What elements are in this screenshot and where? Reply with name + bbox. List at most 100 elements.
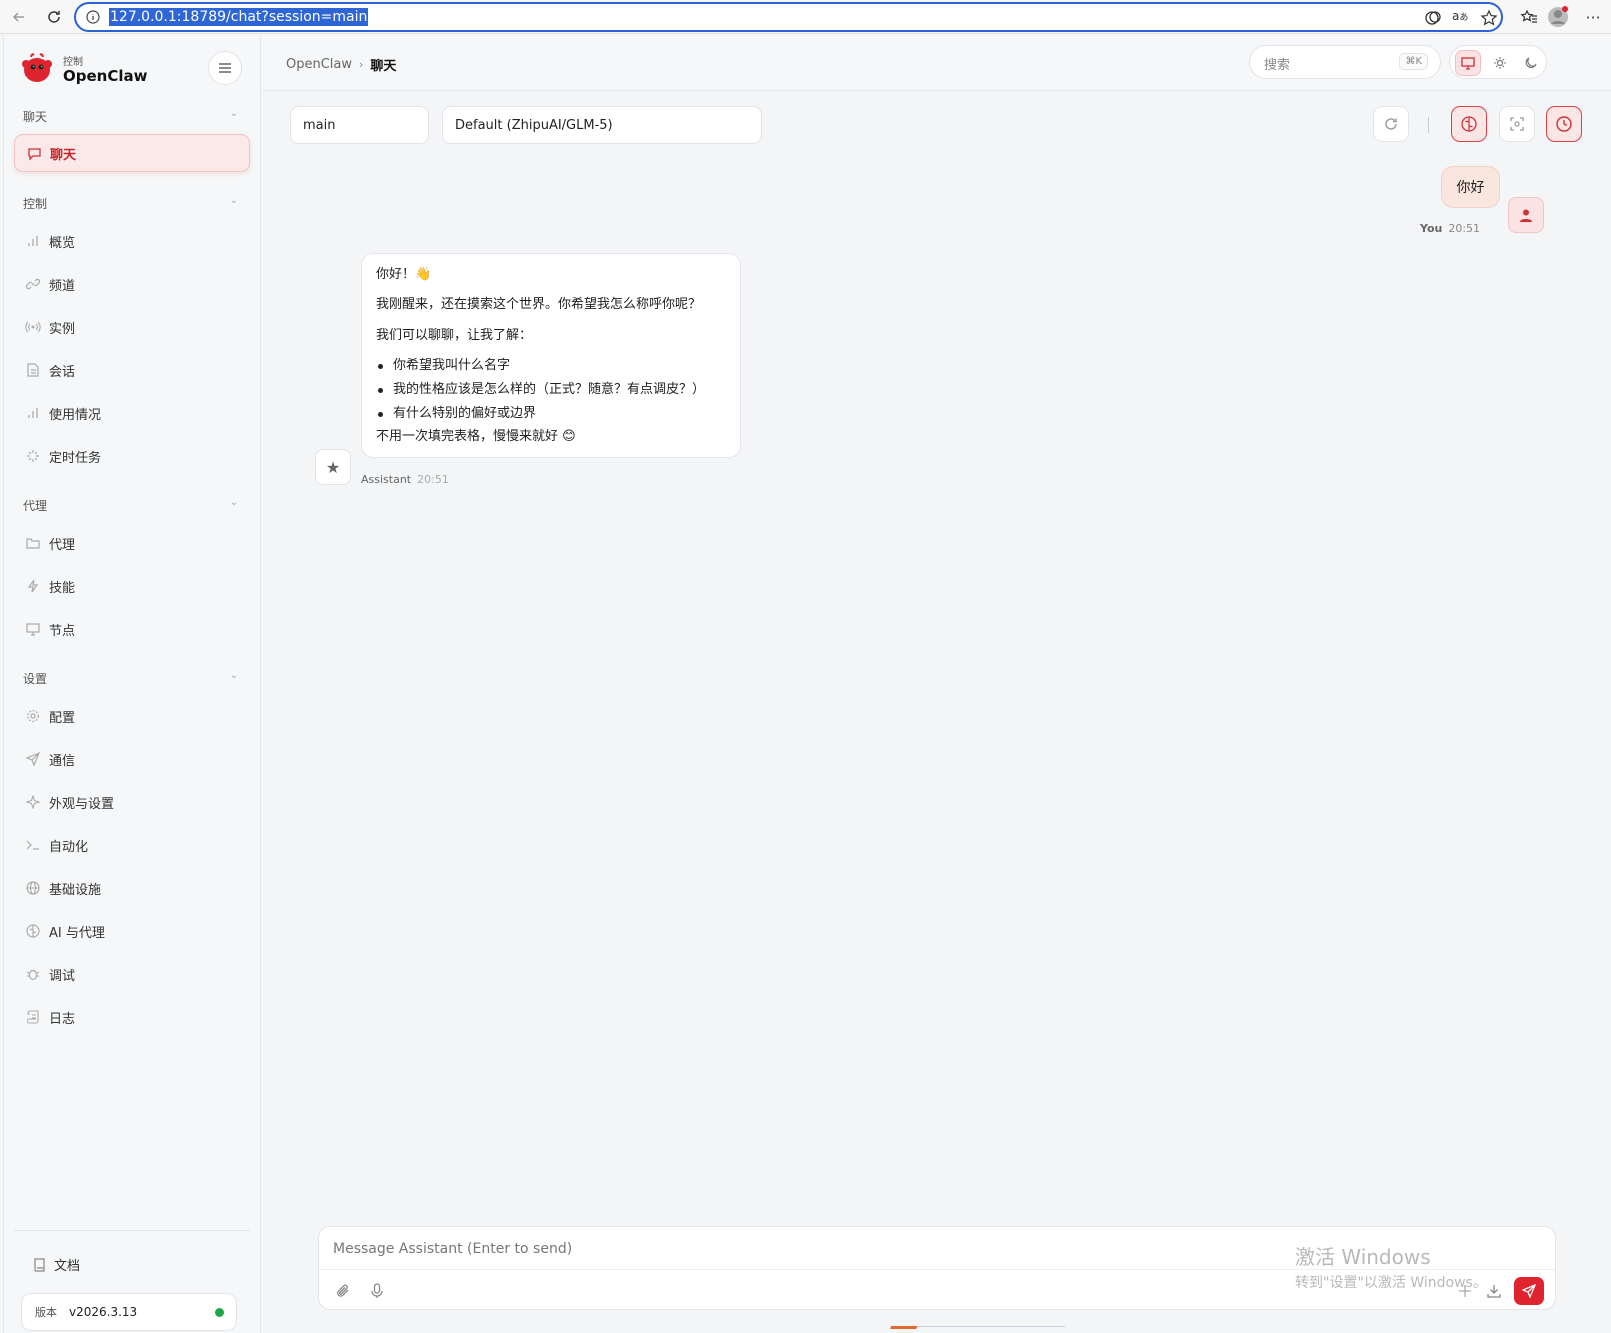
theme-system-button[interactable] xyxy=(1455,50,1481,76)
folder-icon xyxy=(25,535,41,551)
chevron-right-icon: › xyxy=(359,58,364,71)
bar-chart-icon xyxy=(25,405,41,421)
sidebar-divider xyxy=(14,1230,250,1231)
download-icon xyxy=(1487,1285,1501,1298)
sidebar-item-sessions[interactable]: 会话 xyxy=(14,351,250,389)
sidebar-item-cron[interactable]: 定时任务 xyxy=(14,437,250,475)
taskbar-fragment-accent xyxy=(888,1326,918,1333)
sidebar-item-nodes[interactable]: 节点 xyxy=(14,610,250,648)
read-aloud-icon[interactable]: aあ xyxy=(1452,9,1468,23)
sidebar-item-agents[interactable]: 代理 xyxy=(14,524,250,562)
sidebar-item-communication[interactable]: 通信 xyxy=(14,740,250,778)
sun-icon xyxy=(1494,57,1506,69)
terminal-icon xyxy=(25,837,41,853)
theme-light-button[interactable] xyxy=(1487,50,1513,76)
openclaw-logo-icon xyxy=(22,53,52,82)
export-button[interactable] xyxy=(1484,1281,1504,1301)
address-bar[interactable]: 127.0.0.1:18789/chat?session=main aあ xyxy=(74,2,1503,32)
list-item: 你希望我叫什么名字 xyxy=(376,357,705,375)
more-options-icon[interactable]: ··· xyxy=(1581,5,1605,29)
user-message-bubble: 你好 xyxy=(1441,166,1500,208)
send-icon xyxy=(1522,1284,1536,1298)
gear-icon xyxy=(25,708,41,724)
clock-icon xyxy=(1556,116,1572,132)
voice-button[interactable] xyxy=(367,1281,387,1301)
breadcrumb: OpenClaw › 聊天 xyxy=(286,55,396,74)
sidebar-item-instances[interactable]: 实例 xyxy=(14,308,250,346)
history-button[interactable] xyxy=(1546,106,1582,142)
menu-icon xyxy=(219,63,231,73)
section-settings-header[interactable]: 设置 ⌄ xyxy=(23,670,238,687)
assistant-message-meta: Assistant 20:51 xyxy=(361,473,449,486)
attach-button[interactable] xyxy=(333,1281,353,1301)
paperclip-icon xyxy=(337,1284,349,1297)
profile-avatar[interactable] xyxy=(1546,5,1570,29)
sidebar-item-chat[interactable]: 聊天 xyxy=(14,134,250,172)
document-icon xyxy=(25,362,41,378)
focus-mode-button[interactable] xyxy=(1499,106,1535,142)
user-icon xyxy=(1520,209,1532,222)
docs-link[interactable]: 文档 xyxy=(34,1255,80,1274)
theme-switcher xyxy=(1449,45,1547,79)
sidebar-menu-button[interactable] xyxy=(208,51,242,85)
monitor-icon xyxy=(1461,56,1475,70)
sidebar-item-skills[interactable]: 技能 xyxy=(14,567,250,605)
section-chat-header[interactable]: 聊天 ⌄ xyxy=(23,108,238,125)
back-button[interactable] xyxy=(7,5,31,29)
section-agents-header[interactable]: 代理 ⌄ xyxy=(23,497,238,514)
link-icon xyxy=(25,276,41,292)
version-value: v2026.3.13 xyxy=(69,1305,138,1319)
brand-subtitle: 控制 xyxy=(63,57,83,68)
url-text[interactable]: 127.0.0.1:18789/chat?session=main xyxy=(109,8,369,26)
sidebar-item-usage[interactable]: 使用情况 xyxy=(14,394,250,432)
refresh-icon xyxy=(1385,118,1397,130)
bar-chart-icon xyxy=(25,233,41,249)
refresh-button[interactable] xyxy=(1373,106,1409,142)
message-input[interactable]: Message Assistant (Enter to send) xyxy=(333,1241,572,1257)
favorites-icon[interactable] xyxy=(1517,5,1541,29)
brain-icon xyxy=(1461,116,1477,132)
model-select[interactable]: Default (ZhipuAI/GLM-5) xyxy=(442,106,762,144)
assistant-closing: 不用一次填完表格，慢慢来就好 😊 xyxy=(376,429,576,444)
list-item: 有什么特别的偏好或边界 xyxy=(376,405,705,423)
microphone-icon xyxy=(371,1283,383,1298)
send-button[interactable] xyxy=(1514,1277,1544,1305)
sidebar-item-appearance[interactable]: 外观与设置 xyxy=(14,783,250,821)
chevron-down-icon: ⌄ xyxy=(229,195,238,206)
sidebar-item-channels[interactable]: 频道 xyxy=(14,265,250,303)
sidebar-item-infrastructure[interactable]: 基础设施 xyxy=(14,869,250,907)
message-icon xyxy=(26,145,42,161)
assistant-sender: Assistant xyxy=(361,473,412,486)
search-input[interactable]: 搜索 ⌘K xyxy=(1249,45,1441,79)
star-icon[interactable] xyxy=(1480,9,1498,27)
user-message-text: 你好 xyxy=(1456,180,1485,196)
assistant-line-1: 我刚醒来，还在摸索这个世界。你希望我怎么称呼你呢？ xyxy=(376,297,702,312)
sidebar-item-automation[interactable]: 自动化 xyxy=(14,826,250,864)
section-control-header[interactable]: 控制 ⌄ xyxy=(23,195,238,212)
send-icon xyxy=(25,751,41,767)
assistant-greeting: 你好！👋 xyxy=(376,267,432,282)
info-icon[interactable] xyxy=(86,10,100,24)
reload-icon xyxy=(48,11,60,23)
breadcrumb-root[interactable]: OpenClaw xyxy=(286,57,352,72)
user-avatar xyxy=(1508,197,1544,233)
assistant-avatar: ★ xyxy=(315,449,351,485)
toolbar-divider xyxy=(1428,117,1429,133)
sparkle-icon xyxy=(25,794,41,810)
session-select[interactable]: main xyxy=(290,106,429,144)
sidebar-item-ai-agents[interactable]: AI 与代理 xyxy=(14,912,250,950)
assistant-bullet-list: 你希望我叫什么名字 我的性格应该是怎么样的（正式？随意？有点调皮？） 有什么特别… xyxy=(376,357,705,429)
sidebar-item-config[interactable]: 配置 xyxy=(14,697,250,735)
translate-page-icon[interactable] xyxy=(1424,9,1442,27)
assistant-time: 20:51 xyxy=(417,473,449,486)
theme-dark-button[interactable] xyxy=(1518,50,1544,76)
sidebar-item-logs[interactable]: 日志 xyxy=(14,998,250,1036)
reload-button[interactable] xyxy=(42,5,66,29)
chevron-down-icon: ⌄ xyxy=(229,497,238,508)
thinking-toggle-button[interactable] xyxy=(1451,106,1487,142)
sidebar-item-overview[interactable]: 概览 xyxy=(14,222,250,260)
breadcrumb-current: 聊天 xyxy=(370,59,397,74)
scan-focus-icon xyxy=(1510,117,1524,131)
arrow-left-icon xyxy=(12,12,24,22)
sidebar-item-debug[interactable]: 调试 xyxy=(14,955,250,993)
